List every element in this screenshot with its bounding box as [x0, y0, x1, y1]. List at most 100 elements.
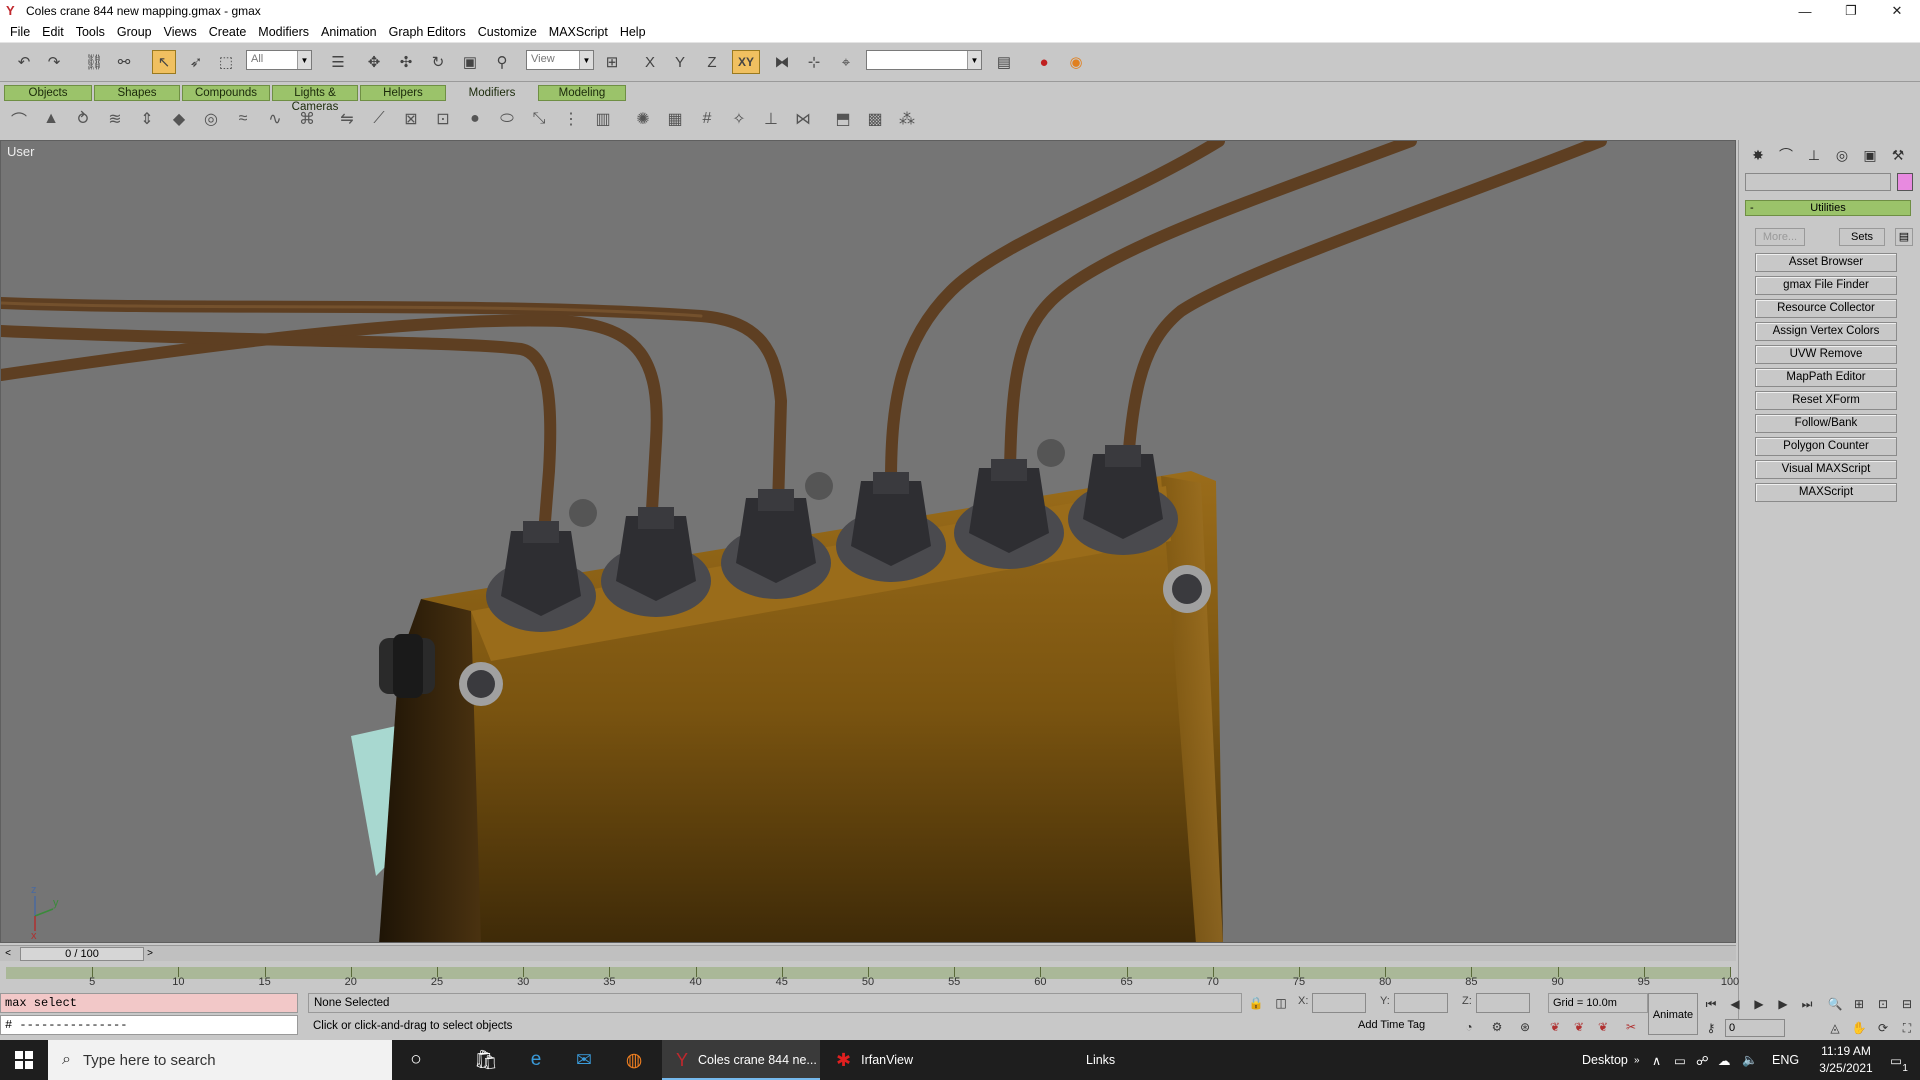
reset-xform-button[interactable]: Reset XForm [1755, 391, 1897, 410]
menu-file[interactable]: File [4, 22, 36, 42]
mirror-modifier-icon[interactable]: ⇋ [336, 108, 358, 130]
previous-frame-icon[interactable]: ◀ [1726, 995, 1744, 1013]
modify-tab-icon[interactable]: ⌒ [1775, 144, 1797, 166]
named-selection-sets-dropdown[interactable]: ▼ [866, 50, 982, 70]
cortana-icon[interactable]: ○ [392, 1040, 440, 1080]
go-to-start-icon[interactable]: ⏮ [1702, 995, 1720, 1013]
taskbar-search-box[interactable]: ⌕ Type here to search [48, 1040, 392, 1080]
select-object-icon[interactable]: ↖ [152, 50, 176, 74]
zoom-icon[interactable]: 🔍 [1826, 995, 1844, 1013]
taskbar-app-gmax[interactable]: Y Coles crane 844 ne... [662, 1040, 820, 1080]
maxscript-button[interactable]: MAXScript [1755, 483, 1897, 502]
language-indicator[interactable]: ENG [1772, 1040, 1799, 1080]
maxscript-output-mini[interactable]: # --------------- [0, 1015, 298, 1035]
stretch-icon[interactable]: ⇕ [136, 108, 158, 130]
edit-mesh-icon[interactable]: ✺ [632, 108, 654, 130]
minimize-button[interactable]: — [1782, 0, 1828, 22]
play-icon[interactable]: ▶ [1750, 995, 1768, 1013]
redo-icon[interactable]: ↷ [42, 50, 66, 74]
track-bar[interactable]: 5 10 15 20 25 30 35 40 45 50 55 60 65 70 75 80 85 90 95 100 [0, 963, 1739, 989]
normal-icon[interactable]: ⊥ [760, 108, 782, 130]
create-tab-icon[interactable]: ✸ [1747, 144, 1769, 166]
select-and-move-icon[interactable]: ✥ [362, 50, 386, 74]
undo-icon[interactable]: ↶ [12, 50, 36, 74]
select-by-name-list-icon[interactable]: ☰ [326, 50, 350, 74]
key-filter-icon[interactable]: ❦ [1594, 1018, 1612, 1036]
manipulate-icon[interactable]: ⚲ [490, 50, 514, 74]
current-frame-field[interactable]: 0 [1725, 1019, 1785, 1037]
xform-icon[interactable]: ⤡ [528, 108, 550, 130]
links-toolbar[interactable]: Links [1086, 1040, 1115, 1080]
absolute-mode-icon[interactable]: ◫ [1272, 994, 1290, 1012]
gear-icon[interactable]: ⚙ [1488, 1018, 1506, 1036]
set-key-icon[interactable]: ❦ [1570, 1018, 1588, 1036]
selection-region-icon[interactable]: ⬚ [214, 50, 238, 74]
selection-filter-dropdown[interactable]: All ▼ [246, 50, 312, 70]
mesh-select-icon[interactable]: ⋮ [560, 108, 582, 130]
snap-toggle-icon[interactable]: ⌖ [834, 50, 858, 74]
skew-icon[interactable]: ◆ [168, 108, 190, 130]
tray-overflow-icon[interactable]: ∧ [1652, 1040, 1661, 1080]
volume-select-icon[interactable]: ▥ [592, 108, 614, 130]
viewport-label[interactable]: User [7, 144, 34, 159]
taskbar-clock[interactable]: 11:19 AM 3/25/2021 [1816, 1043, 1876, 1077]
utilities-tab-icon[interactable]: ⚒ [1887, 144, 1909, 166]
menu-modifiers[interactable]: Modifiers [252, 22, 315, 42]
menu-edit[interactable]: Edit [36, 22, 70, 42]
firefox-icon[interactable]: ◍ [610, 1040, 658, 1080]
reference-coordinate-dropdown[interactable]: View ▼ [526, 50, 594, 70]
bend-icon[interactable]: ⌒ [8, 108, 30, 130]
zoom-extents-icon[interactable]: ⊡ [1874, 995, 1892, 1013]
select-by-name-icon[interactable]: ➶ [184, 50, 208, 74]
store-icon[interactable]: 🛍 [462, 1040, 510, 1080]
smooth-icon[interactable]: ✧ [728, 108, 750, 130]
configure-button-sets-icon[interactable]: ▤ [1895, 228, 1913, 246]
mirror-icon[interactable]: ⧓ [770, 50, 794, 74]
checker-material-icon[interactable]: ▩ [864, 108, 886, 130]
tab-compounds[interactable]: Compounds [182, 85, 270, 101]
menu-create[interactable]: Create [203, 22, 253, 42]
key-icon[interactable]: ⚷ [1702, 1019, 1720, 1037]
tangent-icon[interactable]: ✂ [1622, 1018, 1640, 1036]
tab-modifiers[interactable]: Modifiers [448, 85, 536, 101]
lattice-icon[interactable]: ⌘ [296, 108, 318, 130]
next-frame-icon[interactable]: ▶ [1774, 995, 1792, 1013]
volume-icon[interactable]: 🔈 [1742, 1040, 1758, 1080]
pan-icon[interactable]: ✋ [1850, 1019, 1868, 1037]
chevron-right-icon[interactable]: » [1634, 1040, 1640, 1080]
menu-graph-editors[interactable]: Graph Editors [383, 22, 472, 42]
meet-now-icon[interactable]: ▭ [1674, 1040, 1686, 1080]
select-and-rotate-icon[interactable]: ↻ [426, 50, 450, 74]
gmax-file-finder-button[interactable]: gmax File Finder [1755, 276, 1897, 295]
polygon-counter-button[interactable]: Polygon Counter [1755, 437, 1897, 456]
key-mode-icon[interactable]: ❦ [1546, 1018, 1564, 1036]
reset-view-icon[interactable]: ⊛ [1516, 1018, 1534, 1036]
material-editor-icon[interactable]: ● [1032, 50, 1056, 74]
time-slider-prev-button[interactable]: < [0, 946, 16, 961]
menu-animation[interactable]: Animation [315, 22, 383, 42]
visual-maxscript-button[interactable]: Visual MAXScript [1755, 460, 1897, 479]
motion-tab-icon[interactable]: ◎ [1831, 144, 1853, 166]
field-of-view-icon[interactable]: ◬ [1826, 1019, 1844, 1037]
notification-center-icon[interactable]: ▭ 1 [1880, 1040, 1912, 1080]
spherify-icon[interactable]: ◎ [200, 108, 222, 130]
select-and-link-icon[interactable]: ⛓ [82, 50, 106, 74]
y-coord-field[interactable] [1394, 993, 1448, 1013]
maxscript-listener-mini[interactable]: max select [0, 993, 298, 1013]
noise-icon[interactable]: ≋ [104, 108, 126, 130]
restore-button[interactable]: ❐ [1828, 0, 1874, 22]
menu-views[interactable]: Views [158, 22, 203, 42]
menu-customize[interactable]: Customize [472, 22, 543, 42]
animate-toggle-button[interactable]: Animate [1648, 993, 1698, 1035]
z-coord-field[interactable] [1476, 993, 1530, 1013]
menu-maxscript[interactable]: MAXScript [543, 22, 614, 42]
restrict-to-x-button[interactable]: X [638, 50, 662, 74]
wave-icon[interactable]: ∿ [264, 108, 286, 130]
unlink-icon[interactable]: ⚯ [112, 50, 136, 74]
tab-objects[interactable]: Objects [4, 85, 92, 101]
extrude-icon[interactable]: ⬒ [832, 108, 854, 130]
sphere-map-icon[interactable]: ● [464, 108, 486, 130]
resource-collector-button[interactable]: Resource Collector [1755, 299, 1897, 318]
object-name-field[interactable] [1745, 173, 1891, 191]
menu-group[interactable]: Group [111, 22, 158, 42]
